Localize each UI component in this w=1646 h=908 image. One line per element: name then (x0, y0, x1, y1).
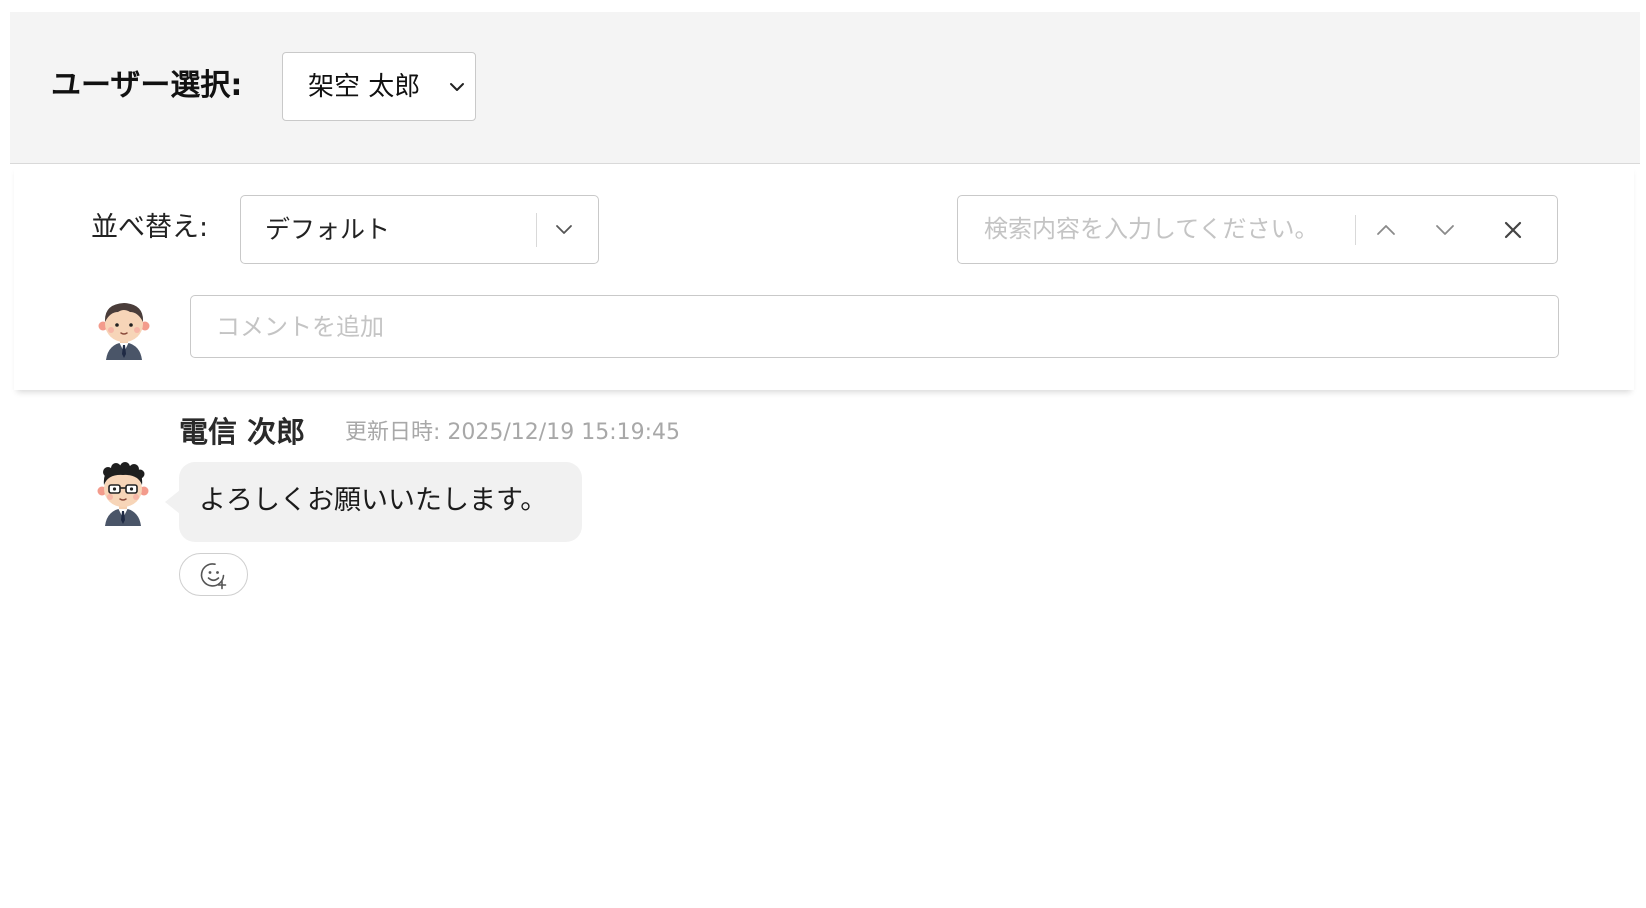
search-box (957, 195, 1558, 264)
search-prev-button[interactable] (1366, 210, 1406, 250)
comment-timestamp: 更新日時: 2025/12/19 15:19:45 (345, 420, 681, 445)
comment-text: よろしくお願いいたします。 (199, 485, 548, 516)
user-select-value: 架空 太郎 (308, 72, 421, 102)
user-avatar-icon (98, 303, 150, 360)
comment-input[interactable] (190, 295, 1559, 358)
add-reaction-button[interactable] (179, 553, 248, 596)
user-select-label: ユーザー選択: (51, 68, 243, 103)
chevron-up-icon (1377, 225, 1395, 235)
search-divider (1355, 215, 1356, 245)
close-icon (1504, 221, 1522, 239)
comment-toolbar: 並べ替え: デフォルト (14, 164, 1634, 390)
search-next-button[interactable] (1425, 210, 1465, 250)
add-reaction-icon (200, 563, 227, 590)
user-avatar-glasses-icon (97, 462, 149, 526)
comment-bubble: よろしくお願いいたします。 (165, 462, 582, 542)
sort-divider (536, 213, 537, 247)
chevron-down-icon (1436, 225, 1454, 235)
search-clear-button[interactable] (1493, 210, 1533, 250)
comment-page: ユーザー選択: 架空 太郎 並べ替え: デフォルト 検索内容を入力してください。… (0, 0, 1646, 908)
chevron-down-icon (556, 225, 572, 234)
user-select-header: ユーザー選択: 架空 太郎 (10, 12, 1640, 164)
sort-dropdown[interactable]: デフォルト (240, 195, 599, 264)
sort-label: 並べ替え: (91, 212, 209, 243)
search-input[interactable] (974, 208, 1364, 250)
comment-item: 電信 次郎 更新日時: 2025/12/19 15:19:45 よろしくお願いい… (0, 400, 1646, 620)
comment-author: 電信 次郎 (179, 415, 306, 449)
user-select-dropdown[interactable]: 架空 太郎 (282, 52, 476, 121)
sort-value: デフォルト (265, 215, 391, 244)
chevron-down-icon (450, 83, 464, 91)
